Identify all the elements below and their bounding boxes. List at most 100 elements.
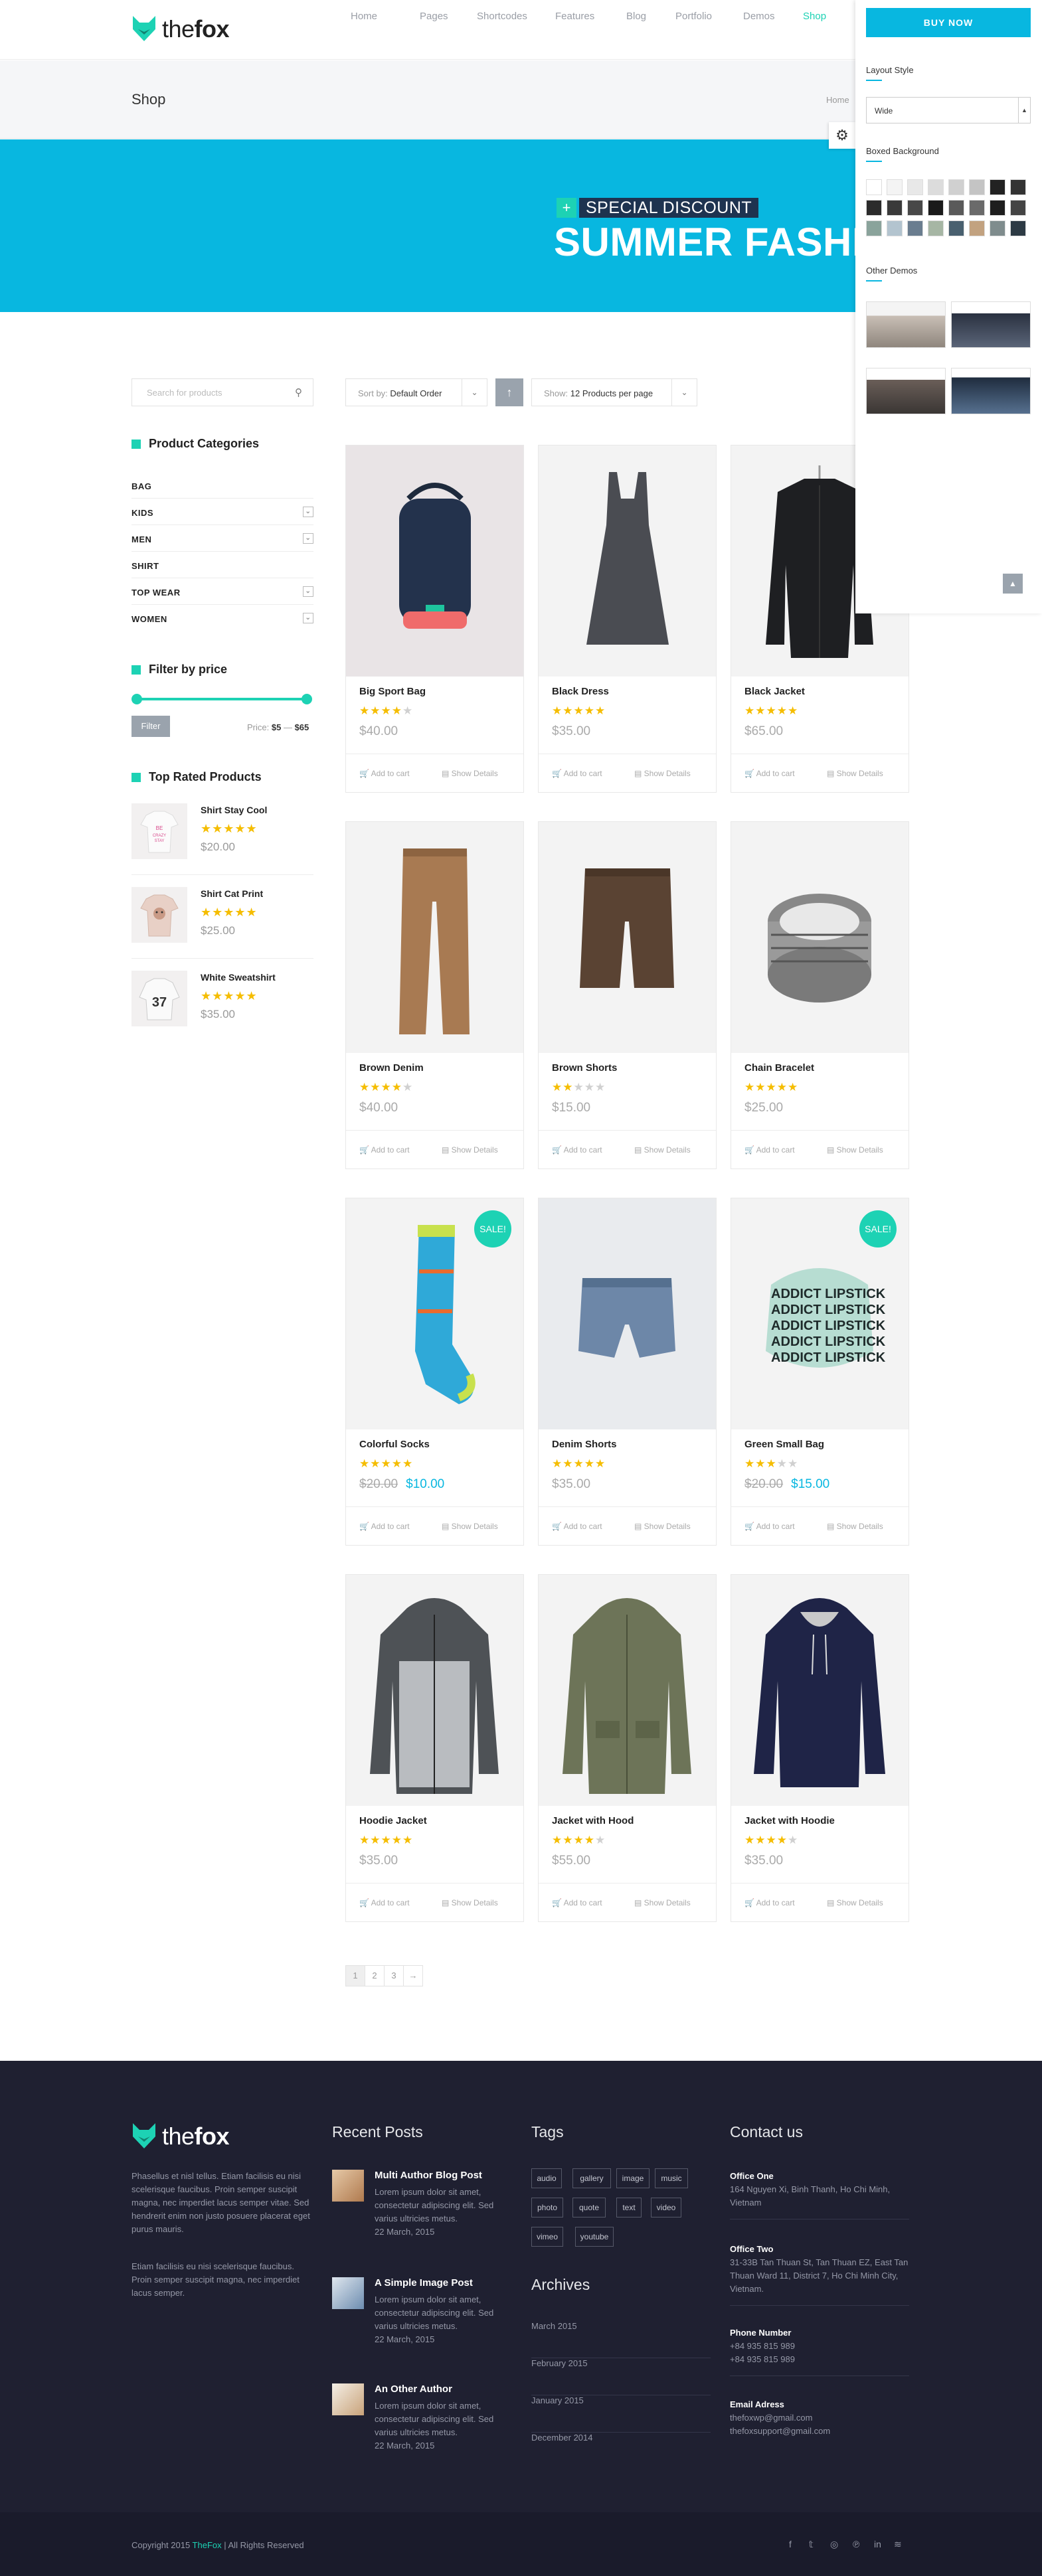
demo-thumbnail[interactable] (866, 301, 946, 348)
post-thumbnail[interactable] (332, 2277, 364, 2309)
product-name[interactable]: Jacket with Hoodie (744, 1815, 835, 1826)
expand-icon[interactable]: ⌄ (303, 613, 313, 623)
product-card[interactable]: Brown Shorts ★★★★★ $15.00 🛒 Add to cart ▤ Sh… (538, 821, 717, 1169)
page-1[interactable]: 1 (345, 1965, 365, 1986)
show-details-button[interactable]: ▤ Show Details (634, 1145, 691, 1155)
add-to-cart-button[interactable]: 🛒 Add to cart (744, 1898, 795, 1907)
product-card[interactable]: Denim Shorts ★★★★★ $35.00 🛒 Add to cart ▤ Sh… (538, 1198, 717, 1546)
background-swatch[interactable] (866, 200, 882, 216)
add-to-cart-button[interactable]: 🛒 Add to cart (359, 1145, 410, 1155)
product-name[interactable]: Black Jacket (744, 686, 805, 697)
footer-logo[interactable]: thefox (131, 2122, 230, 2151)
product-card[interactable]: Jacket with Hood ★★★★★ $55.00 🛒 Add to cart… (538, 1574, 717, 1922)
background-swatch[interactable] (990, 220, 1005, 236)
tag-music[interactable]: music (655, 2168, 688, 2188)
show-details-button[interactable]: ▤ Show Details (442, 769, 498, 778)
product-card[interactable]: Big Sport Bag ★★★★★ $40.00 🛒 Add to cart ▤ S… (345, 445, 524, 793)
product-image[interactable] (346, 445, 523, 677)
add-to-cart-button[interactable]: 🛒 Add to cart (744, 1522, 795, 1531)
expand-icon[interactable]: ⌄ (303, 507, 313, 517)
show-details-button[interactable]: ▤ Show Details (827, 1898, 883, 1907)
show-details-button[interactable]: ▤ Show Details (442, 1898, 498, 1907)
top-rated-item[interactable]: BE CRAZY STAY Shirt Stay Cool ★★★★★ $20.00 (131, 803, 313, 875)
post-title[interactable]: A Simple Image Post (375, 2277, 473, 2289)
nav-blog[interactable]: Blog (626, 11, 675, 23)
background-swatch[interactable] (1010, 200, 1026, 216)
layout-style-select[interactable]: Wide ▲ (866, 97, 1031, 123)
background-swatch[interactable] (928, 220, 944, 236)
facebook-icon[interactable]: f (789, 2539, 792, 2549)
site-logo[interactable]: thefox (131, 15, 230, 44)
show-details-button[interactable]: ▤ Show Details (634, 1522, 691, 1531)
demo-thumbnail[interactable] (951, 301, 1031, 348)
product-name[interactable]: Denim Shorts (552, 1439, 617, 1450)
top-rated-item[interactable]: Shirt Cat Print ★★★★★ $25.00 (131, 887, 313, 959)
product-name[interactable]: Colorful Socks (359, 1439, 430, 1450)
sort-direction-button[interactable]: ↑ (495, 378, 523, 406)
post-thumbnail[interactable] (332, 2383, 364, 2415)
background-swatch[interactable] (969, 200, 985, 216)
show-details-button[interactable]: ▤ Show Details (827, 769, 883, 778)
post-title[interactable]: Multi Author Blog Post (375, 2170, 482, 2181)
price-slider-min-handle[interactable] (131, 694, 142, 704)
post-thumbnail[interactable] (332, 2170, 364, 2202)
product-name[interactable]: Brown Denim (359, 1062, 424, 1074)
product-card[interactable]: ADDICT LIPSTICK ADDICT LIPSTICK ADDICT LIP… (731, 1198, 909, 1546)
product-card[interactable]: Black Dress ★★★★★ $35.00 🛒 Add to cart ▤ Sho… (538, 445, 717, 793)
background-swatch[interactable] (948, 200, 964, 216)
nav-portfolio[interactable]: Portfolio (675, 11, 743, 23)
buy-now-button[interactable]: BUY NOW (866, 8, 1031, 37)
category-bag[interactable]: BAG (131, 472, 313, 499)
product-name[interactable]: Chain Bracelet (744, 1062, 814, 1074)
category-women[interactable]: WOMEN ⌄ (131, 605, 313, 631)
product-image[interactable] (731, 1575, 909, 1806)
product-thumbnail[interactable]: BE CRAZY STAY (131, 803, 187, 859)
product-search-input[interactable]: Search for products ⚲ (131, 378, 313, 406)
background-swatch[interactable] (866, 179, 882, 195)
tag-audio[interactable]: audio (531, 2168, 562, 2188)
archive-link[interactable]: March 2015 (531, 2321, 711, 2358)
product-image[interactable] (539, 1198, 716, 1429)
product-name[interactable]: White Sweatshirt (201, 972, 276, 983)
product-card[interactable]: Brown Denim ★★★★★ $40.00 🛒 Add to cart ▤ Sho… (345, 821, 524, 1169)
show-details-button[interactable]: ▤ Show Details (634, 769, 691, 778)
product-thumbnail[interactable] (131, 887, 187, 943)
nav-demos[interactable]: Demos (743, 11, 803, 23)
background-swatch[interactable] (928, 179, 944, 195)
product-name[interactable]: Shirt Cat Print (201, 888, 263, 899)
search-icon[interactable]: ⚲ (295, 386, 302, 398)
product-image[interactable] (731, 822, 909, 1053)
background-swatch[interactable] (1010, 220, 1026, 236)
product-card[interactable]: Jacket with Hoodie ★★★★★ $35.00 🛒 Add to ca… (731, 1574, 909, 1922)
rss-icon[interactable]: ≋ (894, 2539, 902, 2550)
background-swatch[interactable] (887, 200, 903, 216)
add-to-cart-button[interactable]: 🛒 Add to cart (744, 769, 795, 778)
demo-thumbnail[interactable] (951, 368, 1031, 414)
add-to-cart-button[interactable]: 🛒 Add to cart (359, 1898, 410, 1907)
background-swatch[interactable] (907, 220, 923, 236)
tag-gallery[interactable]: gallery (572, 2168, 611, 2188)
nav-pages[interactable]: Pages (420, 11, 477, 23)
linkedin-icon[interactable]: in (874, 2539, 881, 2549)
price-slider-max-handle[interactable] (302, 694, 312, 704)
tag-youtube[interactable]: youtube (575, 2227, 614, 2247)
product-thumbnail[interactable]: 37 (131, 971, 187, 1026)
archive-link[interactable]: December 2014 (531, 2433, 711, 2470)
nav-shop[interactable]: Shop (803, 11, 856, 23)
add-to-cart-button[interactable]: 🛒 Add to cart (359, 769, 410, 778)
filter-button[interactable]: Filter (131, 716, 170, 737)
product-image[interactable] (539, 822, 716, 1053)
background-swatch[interactable] (969, 179, 985, 195)
background-swatch[interactable] (969, 220, 985, 236)
per-page-select[interactable]: Show: 12 Products per page ⌄ (531, 378, 697, 406)
background-swatch[interactable] (948, 220, 964, 236)
product-image[interactable] (346, 822, 523, 1053)
expand-icon[interactable]: ⌄ (303, 533, 313, 544)
tag-photo[interactable]: photo (531, 2198, 563, 2217)
top-rated-item[interactable]: 37 White Sweatshirt ★★★★★ $35.00 (131, 971, 313, 1042)
background-swatch[interactable] (990, 200, 1005, 216)
product-image[interactable] (539, 1575, 716, 1806)
category-top-wear[interactable]: TOP WEAR ⌄ (131, 578, 313, 605)
pinterest-icon[interactable]: ℗ (853, 2539, 859, 2549)
product-image[interactable] (539, 445, 716, 677)
